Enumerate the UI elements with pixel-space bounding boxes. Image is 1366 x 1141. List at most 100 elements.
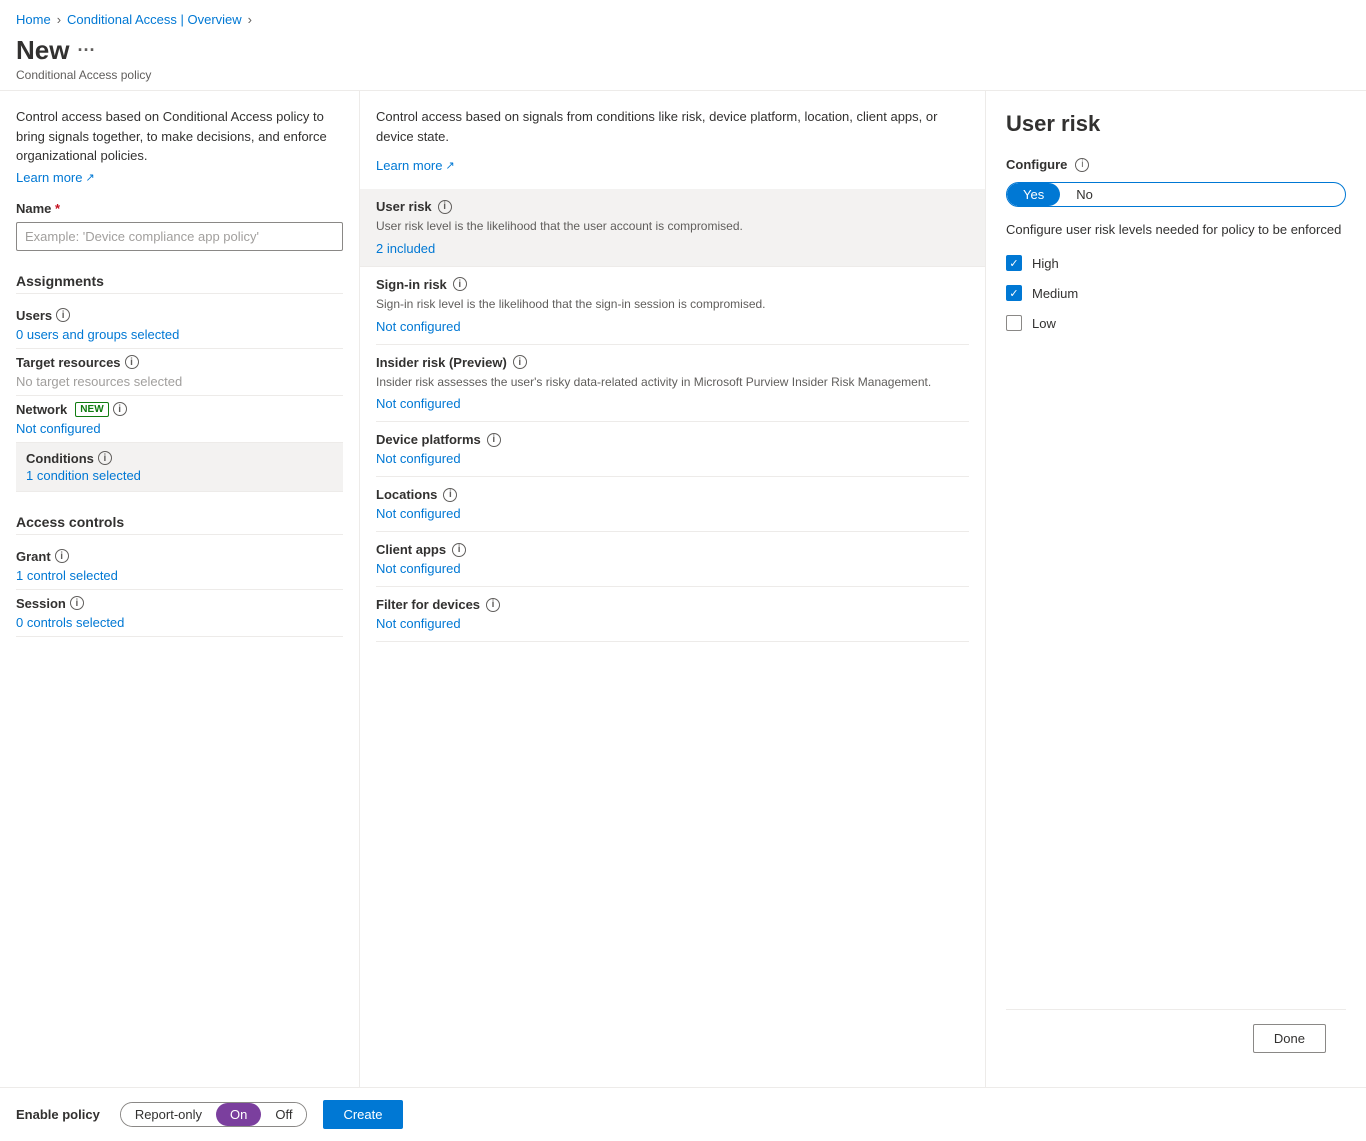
- breadcrumb-sep2: ›: [248, 12, 252, 27]
- configure-label: Configure: [1006, 157, 1067, 172]
- conditions-row[interactable]: Conditions i 1 condition selected: [16, 443, 343, 492]
- breadcrumb-home[interactable]: Home: [16, 12, 51, 27]
- users-info-icon[interactable]: i: [56, 308, 70, 322]
- middle-learn-more[interactable]: Learn more: [376, 158, 455, 173]
- user-risk-label: User risk: [376, 199, 432, 214]
- insider-risk-label: Insider risk (Preview): [376, 355, 507, 370]
- risk-level-medium[interactable]: Medium: [1006, 285, 1346, 301]
- sign-in-risk-label: Sign-in risk: [376, 277, 447, 292]
- breadcrumb: Home › Conditional Access | Overview ›: [0, 0, 1366, 31]
- breadcrumb-sep1: ›: [57, 12, 61, 27]
- grant-label: Grant: [16, 549, 51, 564]
- locations-status: Not configured: [376, 506, 969, 521]
- users-value[interactable]: 0 users and groups selected: [16, 327, 343, 342]
- users-row[interactable]: Users i 0 users and groups selected: [16, 302, 343, 349]
- target-resources-label: Target resources: [16, 355, 121, 370]
- users-label: Users: [16, 308, 52, 323]
- grant-info-icon[interactable]: i: [55, 549, 69, 563]
- middle-description: Control access based on signals from con…: [376, 107, 969, 146]
- condition-filter-devices[interactable]: Filter for devices i Not configured: [376, 587, 969, 642]
- locations-info-icon[interactable]: i: [443, 488, 457, 502]
- right-title: User risk: [1006, 111, 1346, 137]
- insider-risk-info-icon[interactable]: i: [513, 355, 527, 369]
- left-learn-more[interactable]: Learn more: [16, 170, 95, 185]
- off-option[interactable]: Off: [261, 1103, 306, 1126]
- page-title-text: New: [16, 35, 69, 66]
- locations-label: Locations: [376, 487, 437, 502]
- done-button[interactable]: Done: [1253, 1024, 1326, 1053]
- high-checkbox[interactable]: [1006, 255, 1022, 271]
- network-label: Network: [16, 402, 67, 417]
- filter-devices-info-icon[interactable]: i: [486, 598, 500, 612]
- client-apps-info-icon[interactable]: i: [452, 543, 466, 557]
- network-row[interactable]: Network NEW i Not configured: [16, 396, 343, 443]
- name-input[interactable]: [16, 222, 343, 251]
- left-panel: Control access based on Conditional Acce…: [0, 91, 360, 1087]
- middle-panel: Control access based on signals from con…: [360, 91, 986, 1087]
- client-apps-label: Client apps: [376, 542, 446, 557]
- session-row[interactable]: Session i 0 controls selected: [16, 590, 343, 637]
- medium-label: Medium: [1032, 286, 1078, 301]
- condition-device-platforms[interactable]: Device platforms i Not configured: [376, 422, 969, 477]
- network-info-icon[interactable]: i: [113, 402, 127, 416]
- page-header: New ··· Conditional Access policy: [0, 31, 1366, 91]
- sign-in-risk-desc: Sign-in risk level is the likelihood tha…: [376, 296, 969, 313]
- user-risk-status: 2 included: [376, 241, 969, 256]
- session-label: Session: [16, 596, 66, 611]
- user-risk-info-icon[interactable]: i: [438, 200, 452, 214]
- low-checkbox[interactable]: [1006, 315, 1022, 331]
- done-bar: Done: [1006, 1009, 1346, 1067]
- network-value[interactable]: Not configured: [16, 421, 343, 436]
- enable-policy-bar: Enable policy Report-only On Off Create: [0, 1087, 1366, 1141]
- insider-risk-status: Not configured: [376, 396, 969, 411]
- create-button[interactable]: Create: [323, 1100, 402, 1129]
- yes-no-toggle[interactable]: Yes No: [1006, 182, 1346, 207]
- name-label: Name: [16, 201, 343, 216]
- right-panel: User risk Configure i Yes No Configure u…: [986, 91, 1366, 1087]
- grant-row[interactable]: Grant i 1 control selected: [16, 543, 343, 590]
- access-controls-title: Access controls: [16, 504, 343, 535]
- device-platforms-status: Not configured: [376, 451, 969, 466]
- on-option[interactable]: On: [216, 1103, 261, 1126]
- condition-locations[interactable]: Locations i Not configured: [376, 477, 969, 532]
- enable-policy-label: Enable policy: [16, 1107, 100, 1122]
- sign-in-risk-status: Not configured: [376, 319, 969, 334]
- yes-option[interactable]: Yes: [1007, 183, 1060, 206]
- page-subtitle: Conditional Access policy: [16, 68, 1350, 82]
- target-resources-row[interactable]: Target resources i No target resources s…: [16, 349, 343, 396]
- session-value[interactable]: 0 controls selected: [16, 615, 343, 630]
- high-label: High: [1032, 256, 1059, 271]
- enable-policy-toggle[interactable]: Report-only On Off: [120, 1102, 308, 1127]
- conditions-info-icon[interactable]: i: [98, 451, 112, 465]
- breadcrumb-overview[interactable]: Conditional Access | Overview: [67, 12, 242, 27]
- medium-checkbox[interactable]: [1006, 285, 1022, 301]
- insider-risk-desc: Insider risk assesses the user's risky d…: [376, 374, 969, 391]
- report-only-option[interactable]: Report-only: [121, 1103, 216, 1126]
- filter-devices-label: Filter for devices: [376, 597, 480, 612]
- client-apps-status: Not configured: [376, 561, 969, 576]
- risk-level-low[interactable]: Low: [1006, 315, 1346, 331]
- device-platforms-label: Device platforms: [376, 432, 481, 447]
- filter-devices-status: Not configured: [376, 616, 969, 631]
- condition-user-risk[interactable]: User risk i User risk level is the likel…: [360, 189, 985, 267]
- network-new-badge: NEW: [75, 402, 108, 417]
- target-resources-value[interactable]: No target resources selected: [16, 374, 343, 389]
- user-risk-desc: User risk level is the likelihood that t…: [376, 218, 969, 235]
- risk-level-high[interactable]: High: [1006, 255, 1346, 271]
- session-info-icon[interactable]: i: [70, 596, 84, 610]
- configure-desc: Configure user risk levels needed for po…: [1006, 221, 1346, 239]
- conditions-value[interactable]: 1 condition selected: [26, 468, 333, 483]
- condition-client-apps[interactable]: Client apps i Not configured: [376, 532, 969, 587]
- no-option[interactable]: No: [1060, 183, 1109, 206]
- page-title-dots[interactable]: ···: [77, 40, 95, 61]
- conditions-label-text: Conditions: [26, 451, 94, 466]
- device-platforms-info-icon[interactable]: i: [487, 433, 501, 447]
- condition-sign-in-risk[interactable]: Sign-in risk i Sign-in risk level is the…: [376, 267, 969, 345]
- condition-insider-risk[interactable]: Insider risk (Preview) i Insider risk as…: [376, 345, 969, 423]
- target-resources-info-icon[interactable]: i: [125, 355, 139, 369]
- assignments-title: Assignments: [16, 263, 343, 294]
- configure-info-icon[interactable]: i: [1075, 158, 1089, 172]
- sign-in-risk-info-icon[interactable]: i: [453, 277, 467, 291]
- low-label: Low: [1032, 316, 1056, 331]
- grant-value[interactable]: 1 control selected: [16, 568, 343, 583]
